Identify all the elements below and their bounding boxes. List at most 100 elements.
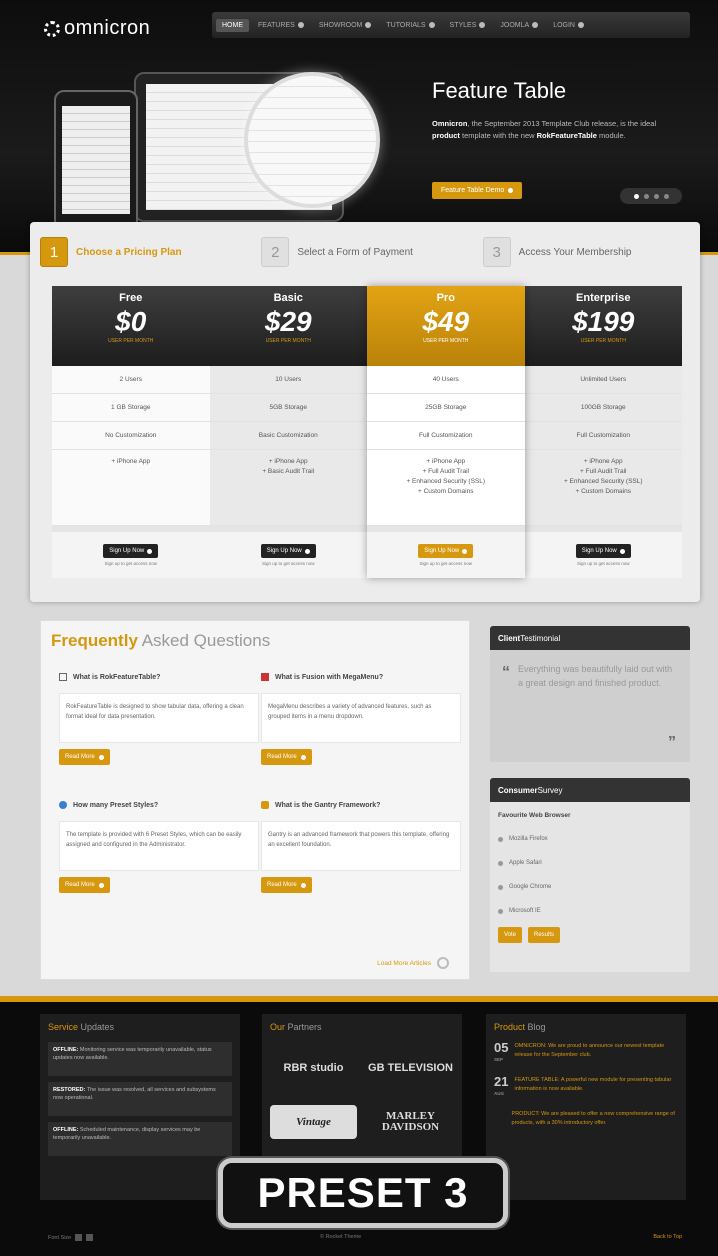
faq-question[interactable]: What is the Gantry Framework? (261, 797, 461, 813)
open-quote-icon: “ (502, 664, 510, 681)
faq-question-text: What is RokFeatureTable? (73, 673, 161, 681)
main-nav: HOME FEATURES SHOWROOM TUTORIALS STYLES JOOML… (212, 12, 690, 38)
plan-extra-item: + Custom Domains (575, 488, 631, 495)
signup-button[interactable]: Sign Up Now (103, 544, 159, 558)
slide-dot[interactable] (663, 193, 669, 199)
arrow-icon (300, 882, 306, 888)
plan-name: Basic (273, 292, 303, 304)
results-button[interactable]: Results (528, 927, 561, 943)
plan-extras: + iPhone App + Full Audit Trail + Enhanced… (367, 450, 525, 526)
partner-logo[interactable]: RBR studio (270, 1046, 357, 1090)
nav-item-home[interactable]: HOME (216, 18, 249, 32)
plan-footer: Sign Up Now Sign up to get access now (524, 526, 682, 578)
step-3[interactable]: 3 Access Your Membership (482, 237, 690, 267)
nav-item-login[interactable]: LOGIN (547, 19, 590, 32)
faq-question[interactable]: How many Preset Styles? (59, 797, 259, 813)
step-number: 1 (40, 237, 68, 267)
testimonial-header: Client Testimonial (490, 626, 690, 650)
nav-item-styles[interactable]: STYLES (444, 19, 492, 32)
radio-icon (498, 860, 503, 866)
nav-item-joomla[interactable]: JOOMLA (494, 19, 544, 32)
plan-header: Free $0 USER PER MONTH (52, 286, 210, 366)
nav-label: STYLES (449, 21, 477, 29)
font-size-control: Font Size (48, 1234, 94, 1241)
read-more-button[interactable]: Read More (59, 877, 110, 893)
arrow-icon (304, 548, 310, 554)
copyright: © Rocket Theme (320, 1234, 362, 1240)
chevron-down-icon (365, 22, 372, 28)
survey-option[interactable]: Mozilla Firefox (498, 827, 682, 851)
blog-item[interactable]: 21 AUG FEATURE TABLE: A powerful new modul… (494, 1075, 678, 1100)
signup-button[interactable]: Sign Up Now (575, 544, 631, 558)
read-more-label: Read More (267, 882, 297, 888)
slide-dot[interactable] (633, 193, 639, 199)
chevron-down-icon (297, 22, 304, 28)
font-smaller-icon[interactable] (75, 1234, 83, 1241)
faq-answer: Gantry is an advanced framework that pow… (261, 821, 461, 871)
faq-item: What is Fusion with MegaMenu? MegaMenu de… (261, 669, 461, 765)
signup-button[interactable]: Sign Up Now (418, 544, 474, 558)
read-more-label: Read More (65, 882, 95, 888)
step-2[interactable]: 2 Select a Form of Payment (261, 237, 468, 267)
pricing-panel: 1 Choose a Pricing Plan 2 Select a Form of … (30, 222, 700, 602)
blog-item[interactable]: PRODUCT: We are pleased to offer a new c… (494, 1110, 678, 1128)
step-number: 2 (261, 237, 290, 267)
nav-label: TUTORIALS (386, 21, 426, 29)
pricing-table: Free $0 USER PER MONTH 2 Users 1 GB Storage N… (52, 286, 682, 578)
faq-question-text: What is the Gantry Framework? (275, 801, 381, 809)
preset-badge: PRESET 3 (218, 1158, 508, 1228)
plan-extra-item: + iPhone App (111, 458, 151, 465)
survey-option[interactable]: Microsoft IE (498, 899, 682, 923)
plan-customization: No Customization (52, 422, 210, 450)
faq-question-text: How many Preset Styles? (73, 801, 159, 809)
nav-item-showroom[interactable]: SHOWROOM (313, 19, 378, 32)
step-1[interactable]: 1 Choose a Pricing Plan (40, 237, 247, 267)
font-larger-icon[interactable] (86, 1234, 94, 1241)
hero-demo-button[interactable]: Feature Table Demo (432, 182, 523, 199)
slide-dot[interactable] (643, 193, 649, 199)
arrow-icon (147, 548, 153, 554)
blog-month: SEP (494, 1057, 504, 1062)
partner-logo[interactable]: Vintage (270, 1105, 357, 1139)
logo[interactable]: omnicron (44, 17, 150, 40)
read-more-button[interactable]: Read More (59, 749, 110, 765)
nav-label: JOOMLA (500, 21, 530, 29)
survey-option[interactable]: Apple Safari (498, 851, 682, 875)
signup-button[interactable]: Sign Up Now (260, 544, 316, 558)
signup-label: Sign Up Now (109, 548, 145, 554)
faq-answer: The template is provided with 6 Preset S… (59, 821, 259, 871)
read-more-button[interactable]: Read More (261, 877, 312, 893)
step-number: 3 (482, 237, 511, 267)
blog-item[interactable]: 05 SEP OMNICRON: We are proud to announce … (494, 1041, 678, 1066)
plan-period: USER PER MONTH (580, 338, 626, 344)
plan-footer: Sign Up Now Sign up to get access now (367, 526, 525, 578)
update-item: RESTORED: The issue was resolved, all se… (48, 1082, 232, 1116)
plan-pro: Pro $49 USER PER MONTH 40 Users 25GB Storage… (367, 286, 525, 578)
nav-label: LOGIN (553, 21, 575, 29)
testimonial-text: Everything was beautifully laid out with… (518, 664, 673, 688)
slider-pagination (620, 188, 682, 204)
checkout-steps: 1 Choose a Pricing Plan 2 Select a Form of … (40, 228, 690, 276)
survey-option[interactable]: Google Chrome (498, 875, 682, 899)
survey-option-label: Microsoft IE (509, 908, 541, 914)
nav-item-features[interactable]: FEATURES (252, 19, 310, 32)
blog-date: 05 SEP (494, 1041, 508, 1066)
plan-basic: Basic $29 USER PER MONTH 10 Users 5GB Storag… (209, 286, 367, 578)
arrow-icon (508, 188, 514, 193)
faq-question[interactable]: What is RokFeatureTable? (59, 669, 259, 685)
plan-price: $0 (115, 306, 147, 337)
slide-dot[interactable] (653, 193, 659, 199)
back-to-top-link[interactable]: Back to Top (653, 1234, 682, 1240)
partner-logo[interactable]: GB TELEVISION (367, 1046, 454, 1090)
faq-question[interactable]: What is Fusion with MegaMenu? (261, 669, 461, 685)
arrow-icon (98, 754, 104, 760)
vote-button[interactable]: Vote (498, 927, 523, 943)
blog-date (494, 1110, 506, 1128)
read-more-button[interactable]: Read More (261, 749, 312, 765)
faq-question-text: What is Fusion with MegaMenu? (275, 673, 384, 681)
nav-item-tutorials[interactable]: TUTORIALS (380, 19, 440, 32)
hero-title: Feature Table (432, 78, 567, 103)
load-more-link[interactable]: Load More Articles (377, 957, 449, 969)
partner-logo[interactable]: MARLEY DAVIDSON (367, 1100, 454, 1144)
plan-storage: 5GB Storage (209, 394, 367, 422)
